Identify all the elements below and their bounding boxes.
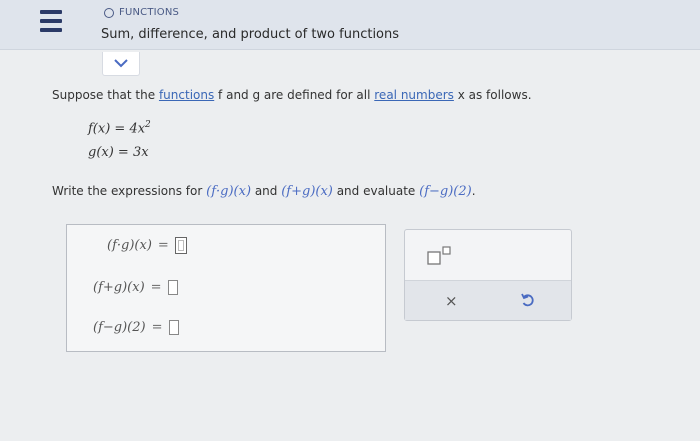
functions-link[interactable]: functions	[159, 88, 214, 102]
definition-f-text: f(x) = 4x	[88, 121, 146, 137]
clear-button[interactable]: ×	[445, 292, 458, 310]
topic-text: FUNCTIONS	[119, 7, 180, 18]
answer-label: (f−g)(2)	[93, 319, 146, 335]
definition-g: g(x) = 3x	[88, 145, 149, 160]
question-part: x as follows.	[453, 88, 532, 102]
equals-sign: =	[151, 319, 163, 335]
real-numbers-link[interactable]: real numbers	[374, 88, 454, 102]
page-title: Sum, difference, and product of two func…	[101, 27, 400, 42]
undo-icon[interactable]	[520, 292, 536, 308]
question-text: Suppose that the functions f and g are d…	[52, 88, 532, 102]
exponent-tool-button[interactable]	[427, 246, 453, 270]
definition-f-exponent: 2	[145, 120, 151, 130]
equals-sign: =	[150, 279, 162, 295]
answer-row-difference: (f−g)(2) =	[93, 315, 179, 339]
menu-icon[interactable]	[40, 10, 66, 32]
equals-sign: =	[157, 237, 169, 253]
exponent-icon	[427, 246, 451, 265]
progress-circle-icon	[104, 7, 114, 18]
question-part: f and g are defined for all	[214, 88, 375, 102]
collapse-toggle[interactable]	[102, 52, 140, 76]
question-part: Suppose that the	[52, 88, 159, 102]
topic-label: FUNCTIONS	[104, 7, 179, 18]
answer-row-sum: (f+g)(x) =	[93, 275, 178, 299]
expr-sum: (f+g)(x)	[281, 184, 333, 199]
answer-panel: (f·g)(x) = (f+g)(x) = (f−g)(2) =	[66, 224, 386, 352]
math-tools-panel: ×	[404, 229, 572, 321]
instruction-part: and	[251, 184, 282, 198]
answer-label: (f+g)(x)	[93, 279, 145, 295]
expr-product: (f·g)(x)	[206, 184, 252, 199]
instruction-text: Write the expressions for (f·g)(x) and (…	[52, 184, 476, 199]
answer-input-difference[interactable]	[168, 319, 179, 335]
answer-input-product[interactable]	[174, 236, 187, 254]
answer-label: (f·g)(x)	[107, 237, 152, 253]
answer-row-product: (f·g)(x) =	[107, 233, 187, 257]
definition-f: f(x) = 4x2	[88, 120, 151, 136]
instruction-part: Write the expressions for	[52, 184, 207, 198]
instruction-part: and evaluate	[332, 184, 420, 198]
tool-action-bar: ×	[405, 280, 571, 320]
expr-difference: (f−g)(2)	[419, 184, 472, 199]
answer-input-sum[interactable]	[167, 279, 178, 295]
instruction-part: .	[471, 184, 476, 198]
header-bar: FUNCTIONS Sum, difference, and product o…	[0, 0, 700, 50]
chevron-down-icon	[114, 59, 128, 68]
